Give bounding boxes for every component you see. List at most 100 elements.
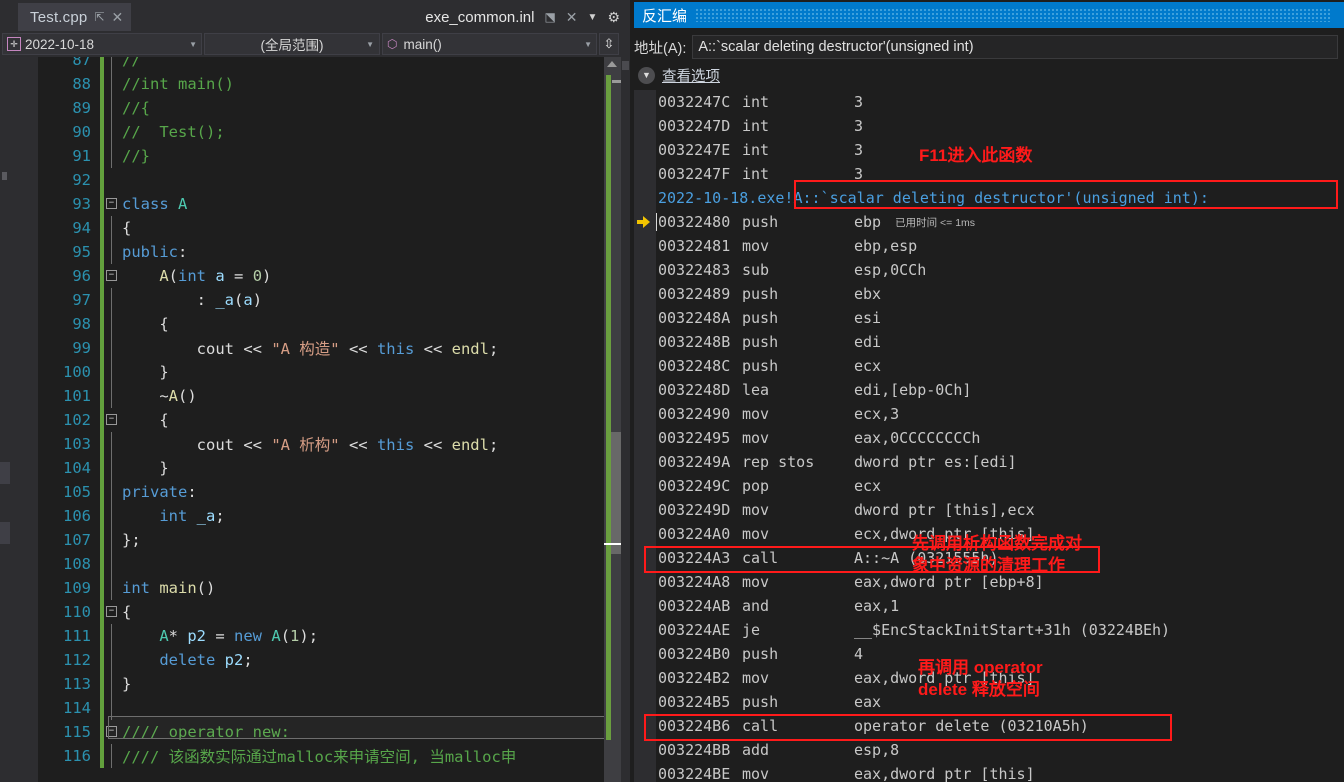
fold-column[interactable] bbox=[104, 456, 120, 480]
disassembly-instruction-row[interactable]: 0032247C int 3 bbox=[634, 90, 1344, 114]
fold-column[interactable] bbox=[104, 384, 120, 408]
disassembly-instruction-row[interactable]: 003224BE mov eax,dword ptr [this] bbox=[634, 762, 1344, 782]
tab-test-cpp[interactable]: Test.cpp ⇱ ✕ bbox=[18, 3, 132, 31]
fold-column[interactable] bbox=[104, 648, 120, 672]
source-code-area[interactable]: 87 // 88 //int main() 89 //{90 // Test(); 91 //}… bbox=[38, 57, 630, 782]
fold-column[interactable] bbox=[104, 504, 120, 528]
disassembly-instruction-row[interactable]: 0032247D int 3 bbox=[634, 114, 1344, 138]
scope-dropdown[interactable]: (全局范围) ▼ bbox=[204, 33, 380, 55]
fold-column[interactable] bbox=[104, 288, 120, 312]
gear-icon[interactable]: ⚙ bbox=[607, 9, 620, 26]
fold-column[interactable] bbox=[104, 744, 120, 768]
project-dropdown[interactable]: ✛ 2022-10-18 ▼ bbox=[2, 33, 202, 55]
fold-column[interactable] bbox=[104, 216, 120, 240]
code-line[interactable]: 96 − A(int a = 0) bbox=[38, 264, 630, 288]
code-line[interactable]: 89 //{ bbox=[38, 96, 630, 120]
code-line[interactable]: 108 bbox=[38, 552, 630, 576]
chevron-down-icon[interactable]: ▼ bbox=[588, 12, 598, 23]
disassembly-instruction-row[interactable]: 0032249D mov dword ptr [this],ecx bbox=[634, 498, 1344, 522]
code-line[interactable]: 94 { bbox=[38, 216, 630, 240]
pin-icon[interactable]: ⇱ bbox=[94, 11, 104, 23]
disassembly-instruction-row[interactable]: 00322490 mov ecx,3 bbox=[634, 402, 1344, 426]
code-line[interactable]: 105 private: bbox=[38, 480, 630, 504]
fold-column[interactable] bbox=[104, 336, 120, 360]
close-icon[interactable]: ✕ bbox=[112, 10, 124, 24]
disassembly-source-line[interactable]: 2022-10-18.exe!A::`scalar deleting destr… bbox=[634, 186, 1344, 210]
fold-column[interactable] bbox=[104, 480, 120, 504]
chevron-down-icon[interactable]: ▼ bbox=[638, 66, 655, 84]
code-line[interactable]: 106 int _a; bbox=[38, 504, 630, 528]
code-line[interactable]: 99 cout << "A 构造" << this << endl; bbox=[38, 336, 630, 360]
fold-toggle-icon[interactable]: − bbox=[106, 198, 117, 209]
fold-column[interactable] bbox=[104, 120, 120, 144]
code-line[interactable]: 103 cout << "A 析构" << this << endl; bbox=[38, 432, 630, 456]
fold-column[interactable] bbox=[104, 624, 120, 648]
code-line[interactable]: 102 − { bbox=[38, 408, 630, 432]
code-line[interactable]: 95 public: bbox=[38, 240, 630, 264]
code-line[interactable]: 87 // bbox=[38, 57, 630, 72]
code-line[interactable]: 110 −{ bbox=[38, 600, 630, 624]
fold-column[interactable]: − bbox=[104, 600, 120, 624]
member-dropdown[interactable]: ⬡ main() ▼ bbox=[382, 33, 597, 55]
fold-column[interactable] bbox=[104, 96, 120, 120]
fold-column[interactable] bbox=[104, 432, 120, 456]
disassembly-instruction-row[interactable]: 0032249A rep stos dword ptr es:[edi] bbox=[634, 450, 1344, 474]
disassembly-instruction-row[interactable]: 00322495 mov eax,0CCCCCCCCh bbox=[634, 426, 1344, 450]
disassembly-instruction-row[interactable]: 0032248D lea edi,[ebp-0Ch] bbox=[634, 378, 1344, 402]
disassembly-instruction-row[interactable]: 00322481 mov ebp,esp bbox=[634, 234, 1344, 258]
fold-toggle-icon[interactable]: − bbox=[106, 414, 117, 425]
fold-column[interactable] bbox=[104, 144, 120, 168]
fold-column[interactable] bbox=[104, 240, 120, 264]
code-line[interactable]: 93 − class A bbox=[38, 192, 630, 216]
disassembly-instruction-row[interactable]: 003224AE je __$EncStackInitStart+31h (0322… bbox=[634, 618, 1344, 642]
fold-column[interactable] bbox=[104, 576, 120, 600]
view-options-row[interactable]: ▼ 查看选项 bbox=[634, 62, 1338, 88]
code-line[interactable]: 113} bbox=[38, 672, 630, 696]
fold-toggle-icon[interactable]: − bbox=[106, 606, 117, 617]
scrollbar-thumb[interactable] bbox=[611, 432, 621, 554]
code-line[interactable]: 101 ~A() bbox=[38, 384, 630, 408]
fold-column[interactable] bbox=[104, 168, 120, 192]
fold-column[interactable] bbox=[104, 312, 120, 336]
close-icon[interactable]: ✕ bbox=[566, 10, 578, 24]
fold-column[interactable] bbox=[104, 360, 120, 384]
disassembly-instruction-row[interactable]: 0032248B push edi bbox=[634, 330, 1344, 354]
fold-column[interactable]: − bbox=[104, 408, 120, 432]
tab-disassembly[interactable]: 反汇编 bbox=[634, 2, 1338, 28]
code-line[interactable]: 112 delete p2; bbox=[38, 648, 630, 672]
code-line[interactable]: 88 //int main() bbox=[38, 72, 630, 96]
fold-column[interactable] bbox=[104, 672, 120, 696]
code-line[interactable]: 100 } bbox=[38, 360, 630, 384]
fold-column[interactable] bbox=[104, 552, 120, 576]
fold-toggle-icon[interactable]: − bbox=[106, 270, 117, 281]
scroll-up-arrow-icon[interactable] bbox=[607, 61, 617, 67]
code-line[interactable]: 97 : _a(a) bbox=[38, 288, 630, 312]
disassembly-instruction-row[interactable]: 0032249C pop ecx bbox=[634, 474, 1344, 498]
code-line[interactable]: 104 } bbox=[38, 456, 630, 480]
disassembly-instruction-row[interactable]: 0032248A push esi bbox=[634, 306, 1344, 330]
address-input[interactable]: A::`scalar deleting destructor'(unsigned… bbox=[692, 35, 1338, 59]
code-line[interactable]: 92 bbox=[38, 168, 630, 192]
fold-column[interactable]: − bbox=[104, 264, 120, 288]
float-window-icon[interactable]: ⬔ bbox=[544, 10, 555, 24]
code-line[interactable]: 111 A* p2 = new A(1); bbox=[38, 624, 630, 648]
code-line[interactable]: 91 //} bbox=[38, 144, 630, 168]
editor-vertical-scrollbar[interactable] bbox=[604, 57, 621, 782]
disassembly-instruction-row[interactable]: 00322483 sub esp,0CCh bbox=[634, 258, 1344, 282]
code-line[interactable]: 116 //// 该函数实际通过malloc来申请空间, 当malloc申 bbox=[38, 744, 630, 768]
pane-splitter[interactable] bbox=[621, 57, 630, 782]
disassembly-instruction-row[interactable]: 00322489 push ebx bbox=[634, 282, 1344, 306]
editor-breakpoint-gutter[interactable] bbox=[14, 57, 38, 782]
disassembly-instruction-row[interactable]: 0032248C push ecx bbox=[634, 354, 1344, 378]
disassembly-instruction-row[interactable]: 003224AB and eax,1 bbox=[634, 594, 1344, 618]
fold-column[interactable] bbox=[104, 528, 120, 552]
disassembly-instruction-row[interactable]: 003224BB add esp,8 bbox=[634, 738, 1344, 762]
disassembly-instruction-row[interactable]: 00322480 push ebp 已用时间 <= 1ms bbox=[634, 210, 1344, 234]
code-line[interactable]: 107}; bbox=[38, 528, 630, 552]
code-line[interactable]: 109 int main() bbox=[38, 576, 630, 600]
code-line[interactable]: 90 // Test(); bbox=[38, 120, 630, 144]
code-line[interactable]: 98 { bbox=[38, 312, 630, 336]
split-view-icon[interactable]: ⇳ bbox=[599, 33, 619, 55]
fold-column[interactable]: − bbox=[104, 192, 120, 216]
fold-column[interactable] bbox=[104, 72, 120, 96]
